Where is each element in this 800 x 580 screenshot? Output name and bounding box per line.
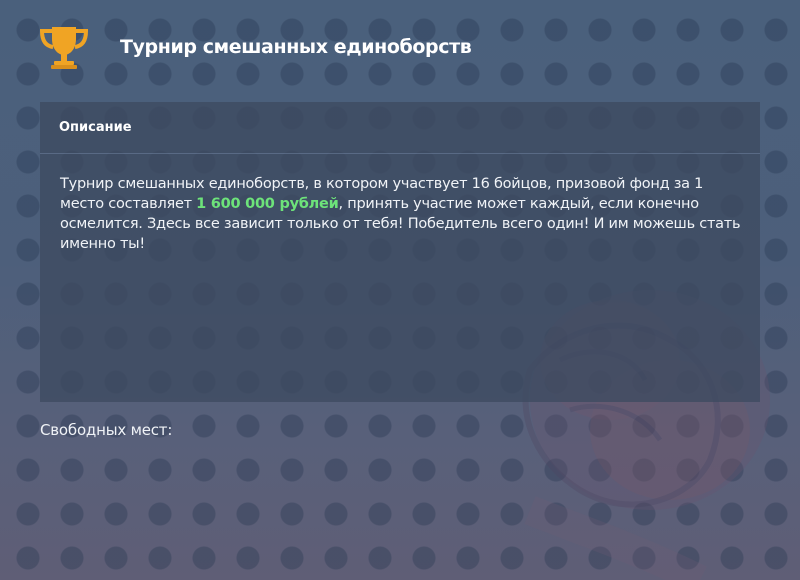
panel-title: Описание (59, 120, 132, 135)
description-panel: Описание Турнир смешанных единоборств, в… (40, 102, 760, 402)
free-places-label: Свободных мест: (40, 421, 173, 439)
description-text: Турнир смешанных единоборств, в котором … (60, 174, 750, 254)
page-header: Турнир смешанных единоборств (0, 0, 800, 90)
page-title: Турнир смешанных единоборств (120, 36, 472, 58)
panel-header: Описание (40, 102, 760, 154)
prize-amount: 1 600 000 рублей (196, 196, 339, 212)
trophy-icon (39, 27, 89, 69)
